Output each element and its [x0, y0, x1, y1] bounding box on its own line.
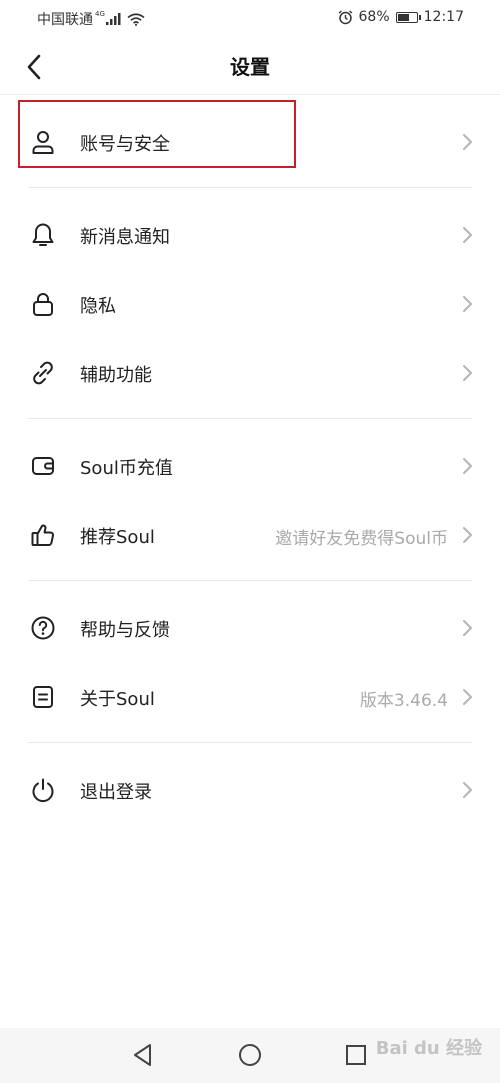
signal-icon — [105, 13, 121, 25]
settings-item-label: Soul币充值 — [80, 458, 173, 479]
chevron-right-icon — [463, 689, 472, 705]
status-bar: 中国联通 4G 68% 12:17 — [0, 0, 500, 36]
chevron-right-icon — [463, 782, 472, 798]
settings-item-label: 推荐Soul — [80, 527, 155, 548]
recommend-hint: 邀请好友免费得Soul币 — [275, 529, 448, 549]
wifi-icon — [127, 12, 145, 26]
divider — [28, 742, 472, 743]
settings-item-logout[interactable]: 退出登录 — [0, 758, 500, 822]
thumbs-up-icon — [31, 524, 55, 546]
settings-item-label: 辅助功能 — [80, 365, 152, 386]
divider — [28, 580, 472, 581]
nav-home-icon[interactable] — [237, 1042, 263, 1068]
link-icon — [33, 361, 53, 385]
status-left: 中国联通 4G — [37, 9, 145, 29]
chevron-right-icon — [463, 620, 472, 636]
settings-item-label: 退出登录 — [80, 782, 152, 803]
settings-item-help[interactable]: 帮助与反馈 — [0, 596, 500, 660]
document-icon — [33, 686, 53, 708]
settings-item-privacy[interactable]: 隐私 — [0, 272, 500, 336]
divider — [28, 418, 472, 419]
divider — [28, 187, 472, 188]
lock-icon — [33, 293, 53, 316]
network-type: 4G — [95, 10, 105, 18]
help-icon — [31, 616, 55, 640]
chevron-right-icon — [463, 458, 472, 474]
watermark: Bai du 经验 — [375, 1038, 482, 1059]
settings-item-label: 关于Soul — [80, 689, 155, 710]
battery-fill — [397, 13, 410, 21]
settings-item-label: 新消息通知 — [80, 227, 170, 248]
wallet-icon — [32, 457, 54, 475]
settings-item-recommend[interactable]: 推荐Soul 邀请好友免费得Soul币 — [0, 503, 500, 567]
alarm-icon — [338, 9, 352, 24]
status-right: 68% 12:17 — [338, 9, 464, 25]
settings-item-about[interactable]: 关于Soul 版本3.46.4 — [0, 665, 500, 729]
clock: 12:17 — [423, 9, 464, 25]
battery-icon — [395, 11, 421, 23]
nav-bar: 设置 — [0, 36, 500, 95]
page-title: 设置 — [230, 55, 270, 79]
chevron-right-icon — [463, 134, 472, 150]
chevron-right-icon — [463, 527, 472, 543]
settings-item-notifications[interactable]: 新消息通知 — [0, 203, 500, 267]
chevron-right-icon — [463, 296, 472, 312]
power-icon — [32, 778, 54, 803]
carrier-name: 中国联通 — [37, 12, 93, 28]
nav-recents-icon[interactable] — [343, 1042, 369, 1068]
chevron-right-icon — [463, 365, 472, 381]
version-text: 版本3.46.4 — [359, 691, 448, 711]
settings-item-label: 帮助与反馈 — [80, 620, 170, 641]
settings-item-accessibility[interactable]: 辅助功能 — [0, 341, 500, 405]
settings-item-label: 隐私 — [80, 296, 116, 317]
bell-icon — [32, 223, 54, 246]
battery-percent: 68% — [358, 9, 390, 25]
chevron-right-icon — [463, 227, 472, 243]
highlight-box — [18, 100, 296, 168]
settings-item-recharge[interactable]: Soul币充值 — [0, 434, 500, 498]
nav-back-icon[interactable] — [130, 1042, 156, 1068]
